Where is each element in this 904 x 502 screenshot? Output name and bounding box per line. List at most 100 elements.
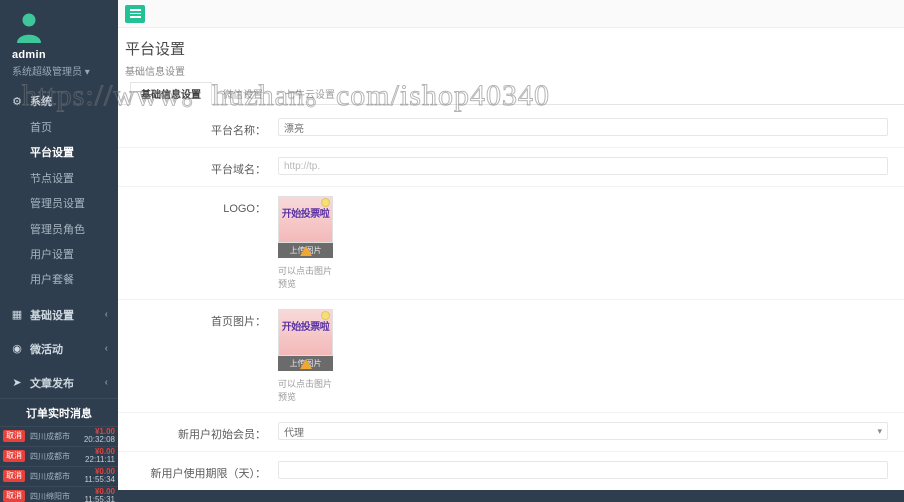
user-avatar-icon [17,13,41,43]
order-list-item[interactable]: 取消 四川成都市 ¥1.00 20:32:08 [0,427,118,447]
hamburger-bar [129,9,141,11]
order-meta: ¥0.00 11:55:34 [75,467,115,485]
order-time: 11:55:31 [84,495,115,502]
sidebar-section-label: 系统 [30,96,52,108]
order-time: 11:55:34 [84,475,115,485]
profile-username: admin [12,49,46,61]
order-status-badge: 取消 [3,430,25,443]
sidebar-profile: admin 系统超级管理员 ▾ [0,0,118,86]
sidebar-item-user-packages[interactable]: 用户套餐 [0,268,118,293]
sidebar-item-admin-roles[interactable]: 管理员角色 [0,218,118,243]
form-row-home-image: 首页图片： 开始投票啦 上传图片 可以点击图片预览 [118,300,904,413]
top-bar [118,0,904,28]
sidebar-section-basic-settings[interactable]: ▦ 基础设置 ‹ [0,300,118,330]
order-location: 四川成都市 [30,431,70,441]
tab-qiniu[interactable]: 七牛云设置 [274,82,346,105]
order-meta: ¥0.00 22:11:11 [75,447,115,465]
platform-name-label: 平台名称： [211,125,266,137]
order-meta: ¥0.00 11:55:31 [75,487,115,502]
order-location: 四川成都市 [30,471,70,481]
chevron-left-icon: ‹ [104,377,108,389]
platform-domain-input[interactable] [278,157,888,175]
new-user-days-field-wrap [278,461,904,479]
sidebar-item-admin-settings[interactable]: 管理员设置 [0,192,118,217]
home-image-upload-box: 开始投票啦 上传图片 可以点击图片预览 [278,309,333,403]
order-location: 四川绵阳市 [30,491,70,501]
seal-icon [321,198,330,207]
profile-role[interactable]: 系统超级管理员 ▾ [12,63,118,78]
broken-image-icon [299,245,312,256]
chevron-left-icon: ‹ [104,309,108,321]
form-row-new-user-days: 新用户使用期限（天）： [118,452,904,491]
circle-dot-icon: ◉ [12,343,22,356]
tab-basic-info[interactable]: 基础信息设置 [130,82,212,105]
app-root: admin 系统超级管理员 ▾ ⚙ 系统 首页 平台设置 节点设置 管理员设置 … [0,0,904,502]
seal-icon [321,311,330,320]
new-user-days-label: 新用户使用期限（天）： [150,468,267,480]
sidebar-item-node-settings[interactable]: 节点设置 [0,167,118,192]
order-meta: ¥1.00 20:32:08 [75,427,115,445]
avatar[interactable] [12,10,46,44]
form-row-logo: LOGO： 开始投票啦 上传图片 可以点击图片预览 [118,187,904,300]
logo-upload-box: 开始投票啦 上传图片 可以点击图片预览 [278,196,333,290]
new-user-days-input[interactable] [278,461,888,479]
sidebar: admin 系统超级管理员 ▾ ⚙ 系统 首页 平台设置 节点设置 管理员设置 … [0,0,118,502]
broken-image-icon [299,358,312,369]
page-subtitle: 基础信息设置 [125,67,185,78]
settings-form: 平台名称： 平台域名： LOGO： 开 [118,105,904,502]
new-user-level-field-wrap: ▾ [278,422,904,440]
chevron-left-icon: ‹ [104,343,108,355]
page-title: 平台设置 [125,41,186,58]
logo-field-wrap: 开始投票啦 上传图片 可以点击图片预览 [278,196,904,290]
hamburger-bar [129,12,141,15]
main-content: 平台设置 基础信息设置 基础信息设置 微信设置 七牛云设置 平台名称： 平台域名… [118,0,904,502]
logo-thumbnail[interactable]: 开始投票啦 [278,196,333,243]
order-time: 22:11:11 [85,455,115,465]
page-header: 平台设置 基础信息设置 [118,28,904,85]
new-user-level-select-wrap: ▾ [278,422,888,440]
hamburger-icon[interactable] [125,4,145,23]
sidebar-item-home[interactable]: 首页 [0,116,118,141]
order-status-badge: 取消 [3,450,25,463]
form-row-platform-domain: 平台域名： [118,148,904,187]
sidebar-item-platform-settings[interactable]: 平台设置 [0,141,118,166]
grid-icon: ▦ [11,309,23,322]
home-image-label: 首页图片： [211,316,266,328]
sidebar-section-micro-activity[interactable]: ◉ 微活动 ‹ [0,334,118,364]
orders-panel-title: 订单实时消息 [0,397,118,427]
logo-upload-button[interactable]: 上传图片 [278,243,333,258]
sidebar-item-user-settings[interactable]: 用户设置 [0,243,118,268]
new-user-level-select[interactable] [278,422,888,440]
logo-hint: 可以点击图片预览 [278,266,333,289]
order-list-item[interactable]: 取消 四川绵阳市 ¥0.00 11:55:31 [0,487,118,502]
hamburger-bar [129,16,141,18]
order-list-item[interactable]: 取消 四川成都市 ¥0.00 11:55:34 [0,467,118,487]
order-status-badge: 取消 [3,470,25,483]
home-image-thumbnail[interactable]: 开始投票啦 [278,309,333,356]
paper-plane-icon: ➤ [12,377,22,390]
home-image-hint: 可以点击图片预览 [278,379,333,402]
logo-label: LOGO： [223,203,266,215]
logo-image-text: 开始投票啦 [281,209,330,220]
sidebar-section-label: 微活动 [30,343,63,356]
platform-name-field-wrap [278,118,904,136]
tab-wechat[interactable]: 微信设置 [212,82,274,105]
platform-domain-field-wrap [278,157,904,175]
sidebar-section-article-publish[interactable]: ➤ 文章发布 ‹ [0,368,118,398]
sidebar-section-label: 基础设置 [30,309,74,322]
home-image-upload-button[interactable]: 上传图片 [278,356,333,371]
order-time: 20:32:08 [83,435,115,445]
footer-bar [118,490,904,502]
order-location: 四川成都市 [30,451,70,461]
home-image-text: 开始投票啦 [281,322,330,333]
form-row-platform-name: 平台名称： [118,109,904,148]
home-image-field-wrap: 开始投票啦 上传图片 可以点击图片预览 [278,309,904,403]
gear-icon: ⚙ [12,95,22,108]
tab-bar: 基础信息设置 微信设置 七牛云设置 [118,82,904,105]
new-user-level-label: 新用户初始会员： [178,429,266,441]
order-list-item[interactable]: 取消 四川成都市 ¥0.00 22:11:11 [0,447,118,467]
sidebar-section-system[interactable]: ⚙ 系统 [0,86,118,116]
form-row-new-user-level: 新用户初始会员： ▾ [118,413,904,452]
sidebar-section-label: 文章发布 [30,377,74,390]
platform-name-input[interactable] [278,118,888,136]
